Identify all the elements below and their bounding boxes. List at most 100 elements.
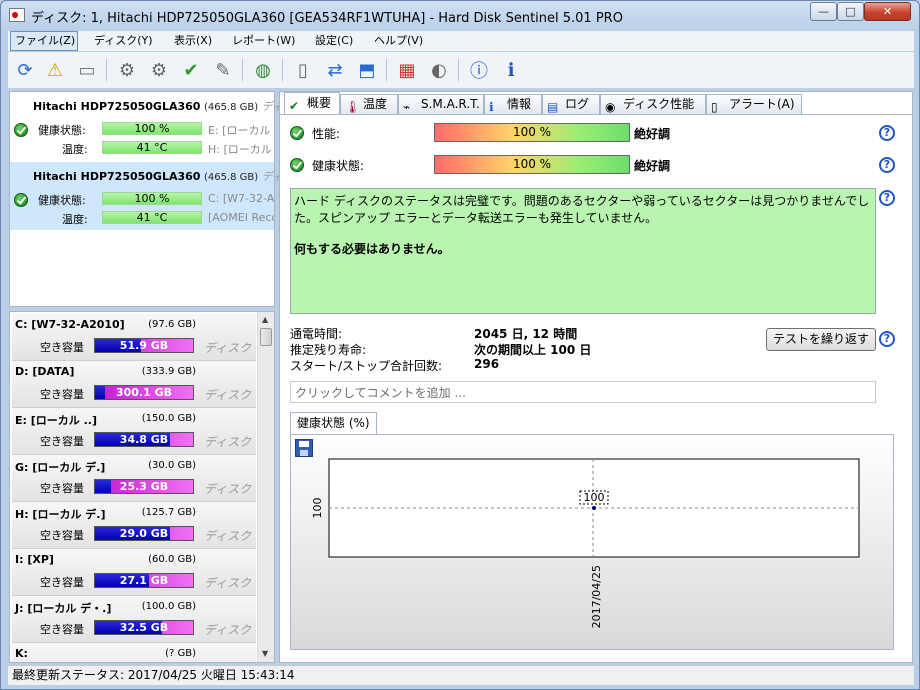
menu-view[interactable]: 表示(X)	[170, 31, 216, 51]
maximize-button[interactable]: □	[837, 2, 864, 21]
app-window: ディスク: 1, Hitachi HDP725050GLA360 [GEA534…	[0, 0, 920, 690]
menu-file[interactable]: ファイル(Z)	[10, 31, 78, 51]
report-icon[interactable]: ▦	[394, 57, 420, 83]
detail-panel: ✔ 概要 🌡 温度 ⌁ S.M.A.R.T. ℹ 情報 ▤ ログ ◉ ディスク性能 ▯ アラー…	[279, 91, 913, 663]
free-space-bar: 29.0 GB	[94, 526, 194, 541]
probe-icon[interactable]: ⚙	[114, 57, 140, 83]
partition-name: J: [ローカル デ・.]	[15, 602, 112, 615]
probe-check-icon[interactable]: ✔	[178, 57, 204, 83]
tab-smart[interactable]: ⌁ S.M.A.R.T.	[398, 94, 484, 114]
partition-name: G: [ローカル デ.]	[15, 461, 106, 474]
transfer-icon[interactable]: ⇄	[322, 57, 348, 83]
health-chart: 100 2017/04/25 100	[290, 434, 894, 650]
menu-help[interactable]: ヘルプ(V)	[370, 31, 427, 51]
partition-item[interactable]: C: [W7-32-A2010] (97.6 GB) 空き容量 51.9 GB ディスク	[12, 314, 256, 361]
disk-partition-text: E: [ローカル ]	[208, 124, 274, 137]
close-button[interactable]: ✕	[864, 2, 911, 21]
disk-partition-text: H: [ローカル	[208, 143, 272, 156]
partition-item[interactable]: D: [DATA] (333.9 GB) 空き容量 300.1 GB ディスク	[12, 361, 256, 408]
tab-info[interactable]: ℹ 情報	[484, 94, 542, 114]
health-label: 健康状態:	[38, 124, 86, 137]
retest-button[interactable]: テストを繰り返す	[766, 328, 876, 351]
partition-name: H: [ローカル デ.]	[15, 508, 106, 521]
chart-svg: 100 2017/04/25 100	[311, 458, 860, 628]
disk-list: Hitachi HDP725050GLA360 (465.8 GB) ディ 健康…	[9, 91, 283, 307]
partition-item[interactable]: I: [XP] (60.0 GB) 空き容量 27.1 GB ディスク	[12, 549, 256, 596]
warning-icon[interactable]: ⚠	[42, 57, 68, 83]
comment-input[interactable]: クリックしてコメントを追加 ...	[290, 381, 876, 403]
disk-icon[interactable]: ▭	[74, 57, 100, 83]
ok-check-icon	[14, 193, 28, 207]
partition-item[interactable]: K: (? GB)	[12, 643, 256, 662]
partition-disk-text: ディスク	[204, 482, 252, 496]
power-on-label: 通電時間:	[290, 327, 343, 341]
free-space-bar: 300.1 GB	[94, 385, 194, 400]
status-bar: 最終更新ステータス: 2017/04/25 火曜日 15:43:14	[8, 665, 914, 685]
temp-bar: 41 °C	[102, 211, 202, 224]
partition-name: D: [DATA]	[15, 365, 75, 378]
refresh-icon[interactable]: ⟳	[12, 57, 38, 83]
help-icon[interactable]: ⓘ	[466, 57, 492, 83]
partition-item[interactable]: J: [ローカル デ・.] (100.0 GB) 空き容量 32.5 GB ディスク	[12, 596, 256, 643]
data-point	[592, 506, 596, 510]
scroll-thumb[interactable]	[260, 328, 272, 346]
info-icon[interactable]: ℹ	[498, 57, 524, 83]
document-icon[interactable]: ▯	[290, 57, 316, 83]
network-icon[interactable]: ⬒	[354, 57, 380, 83]
free-space-bar: 32.5 GB	[94, 620, 194, 635]
disk-item[interactable]: Hitachi HDP725050GLA360 (465.8 GB) ディ 健康…	[10, 92, 283, 160]
globe-icon[interactable]: ◍	[250, 57, 276, 83]
menu-bar: ファイル(Z) ディスク(Y) 表示(X) レポート(W) 設定(C) ヘルプ(…	[8, 31, 914, 51]
disk-size: (465.8 GB)	[203, 102, 259, 113]
scrollbar[interactable]: ▲ ▼	[257, 312, 274, 662]
performance-status: 絶好調	[634, 127, 671, 141]
health-label: 健康状態:	[312, 159, 365, 173]
tab-health-chart[interactable]: 健康状態 (%)	[290, 412, 377, 434]
partition-name: I: [XP]	[15, 553, 54, 566]
partition-disk-text: ディスク	[204, 529, 252, 543]
partition-name: K:	[15, 647, 28, 660]
partition-disk-text: ディスク	[204, 623, 252, 637]
partition-name: E: [ローカル ..]	[15, 414, 97, 427]
title-bar: ディスク: 1, Hitachi HDP725050GLA360 [GEA534…	[1, 1, 919, 29]
help-icon[interactable]: ?	[879, 190, 895, 206]
scroll-down-icon[interactable]: ▼	[262, 649, 268, 658]
partition-size: (125.7 GB)	[141, 507, 196, 518]
ok-check-icon	[14, 123, 28, 137]
minimize-button[interactable]: —	[810, 2, 837, 21]
disk-size: (465.8 GB)	[203, 172, 259, 183]
scroll-up-icon[interactable]: ▲	[262, 315, 268, 324]
tab-log[interactable]: ▤ ログ	[542, 94, 600, 114]
free-space-label: 空き容量	[40, 576, 84, 589]
free-space-label: 空き容量	[40, 482, 84, 495]
probe-icon-2[interactable]: ⚙	[146, 57, 172, 83]
free-space-label: 空き容量	[40, 623, 84, 636]
disk-partition-text: [AOMEI Reco	[208, 211, 274, 224]
partition-list: C: [W7-32-A2010] (97.6 GB) 空き容量 51.9 GB ディスク…	[9, 311, 275, 663]
tab-overview[interactable]: ✔ 概要	[284, 92, 340, 115]
partition-item[interactable]: G: [ローカル デ.] (30.0 GB) 空き容量 25.3 GB ディスク	[12, 455, 256, 502]
help-icon[interactable]: ?	[879, 157, 895, 173]
help-icon[interactable]: ?	[879, 125, 895, 141]
partition-item[interactable]: H: [ローカル デ.] (125.7 GB) 空き容量 29.0 GB ディスク	[12, 502, 256, 549]
performance-bar: 100 %	[434, 123, 630, 142]
menu-report[interactable]: レポート(W)	[228, 31, 299, 51]
tab-performance[interactable]: ◉ ディスク性能	[600, 94, 706, 114]
menu-settings[interactable]: 設定(C)	[311, 31, 357, 51]
tab-temperature[interactable]: 🌡 温度	[340, 94, 398, 114]
tab-alerts[interactable]: ▯ アラート(A)	[706, 94, 802, 114]
speaker-icon[interactable]: ◐	[426, 57, 452, 83]
help-icon[interactable]: ?	[879, 331, 895, 347]
probe-icon-3[interactable]: ✎	[210, 57, 236, 83]
health-bar: 100 %	[102, 122, 202, 135]
performance-label: 性能:	[312, 127, 341, 141]
disk-item[interactable]: Hitachi HDP725050GLA360 (465.8 GB) ディ 健康…	[10, 162, 283, 230]
lifetime-label: 推定残り寿命:	[290, 343, 367, 357]
partition-item[interactable]: E: [ローカル ..] (150.0 GB) 空き容量 34.8 GB ディスク	[12, 408, 256, 455]
health-bar: 100 %	[102, 192, 202, 205]
data-label: 100	[584, 491, 605, 504]
free-space-label: 空き容量	[40, 341, 84, 354]
free-space-bar: 51.9 GB	[94, 338, 194, 353]
menu-disk[interactable]: ディスク(Y)	[90, 31, 157, 51]
disk-partition-text: C: [W7-32-A2	[208, 192, 274, 205]
